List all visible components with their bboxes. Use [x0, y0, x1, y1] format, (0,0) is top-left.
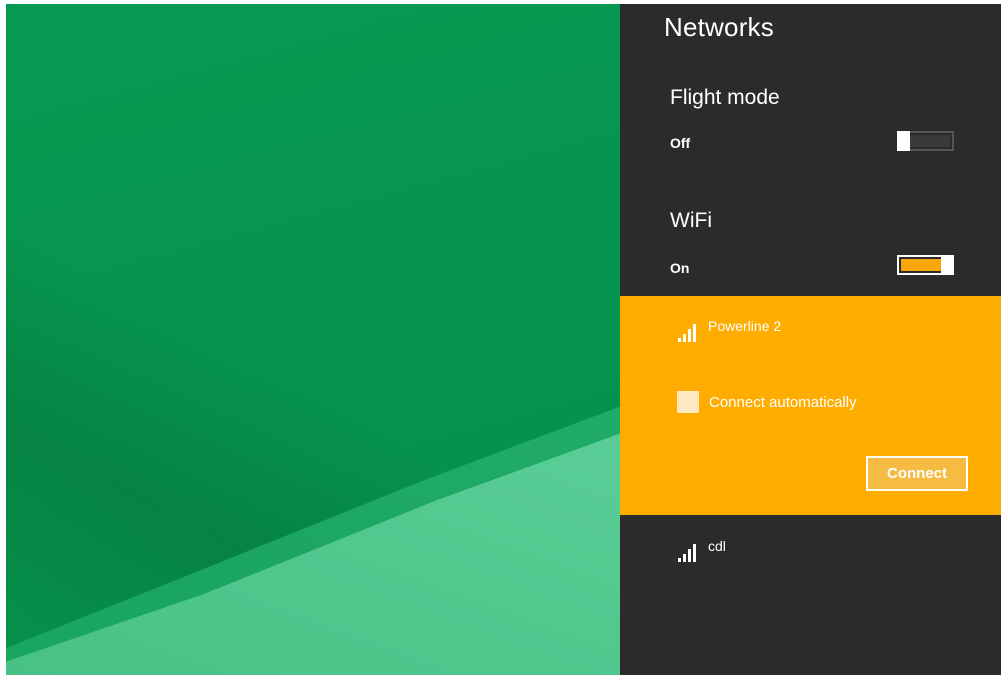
wifi-signal-icon [678, 320, 704, 342]
networks-title: Networks [664, 12, 774, 42]
networks-flyout: Networks Flight mode Off WiFi On Powerli… [620, 4, 1001, 675]
network-item-cdl[interactable]: cdl [620, 515, 1001, 585]
flight-mode-title: Flight mode [670, 86, 780, 109]
wifi-state-label: On [670, 260, 690, 276]
flight-mode-toggle-thumb[interactable] [897, 131, 910, 151]
flight-mode-toggle[interactable] [897, 131, 954, 151]
flight-mode-state-label: Off [670, 135, 691, 151]
wifi-toggle[interactable] [897, 255, 954, 275]
network-item-powerline-2[interactable]: Powerline 2 Connect automatically Connec… [620, 296, 1001, 515]
network-row-cdl[interactable]: cdl [678, 538, 726, 562]
desktop-background [6, 4, 620, 675]
network-name: cdl [708, 538, 726, 554]
connect-automatically-checkbox[interactable] [677, 391, 699, 413]
wifi-signal-icon [678, 540, 704, 562]
connect-automatically-row[interactable]: Connect automatically [677, 391, 857, 413]
wifi-toggle-track [901, 259, 941, 271]
connect-button[interactable]: Connect [866, 456, 968, 491]
network-row-powerline-2[interactable]: Powerline 2 [678, 318, 781, 342]
wifi-title: WiFi [670, 209, 712, 232]
connect-automatically-label: Connect automatically [709, 393, 857, 411]
network-name: Powerline 2 [708, 318, 782, 334]
screen: Networks Flight mode Off WiFi On Powerli… [6, 4, 1001, 675]
wifi-toggle-thumb[interactable] [941, 255, 954, 275]
